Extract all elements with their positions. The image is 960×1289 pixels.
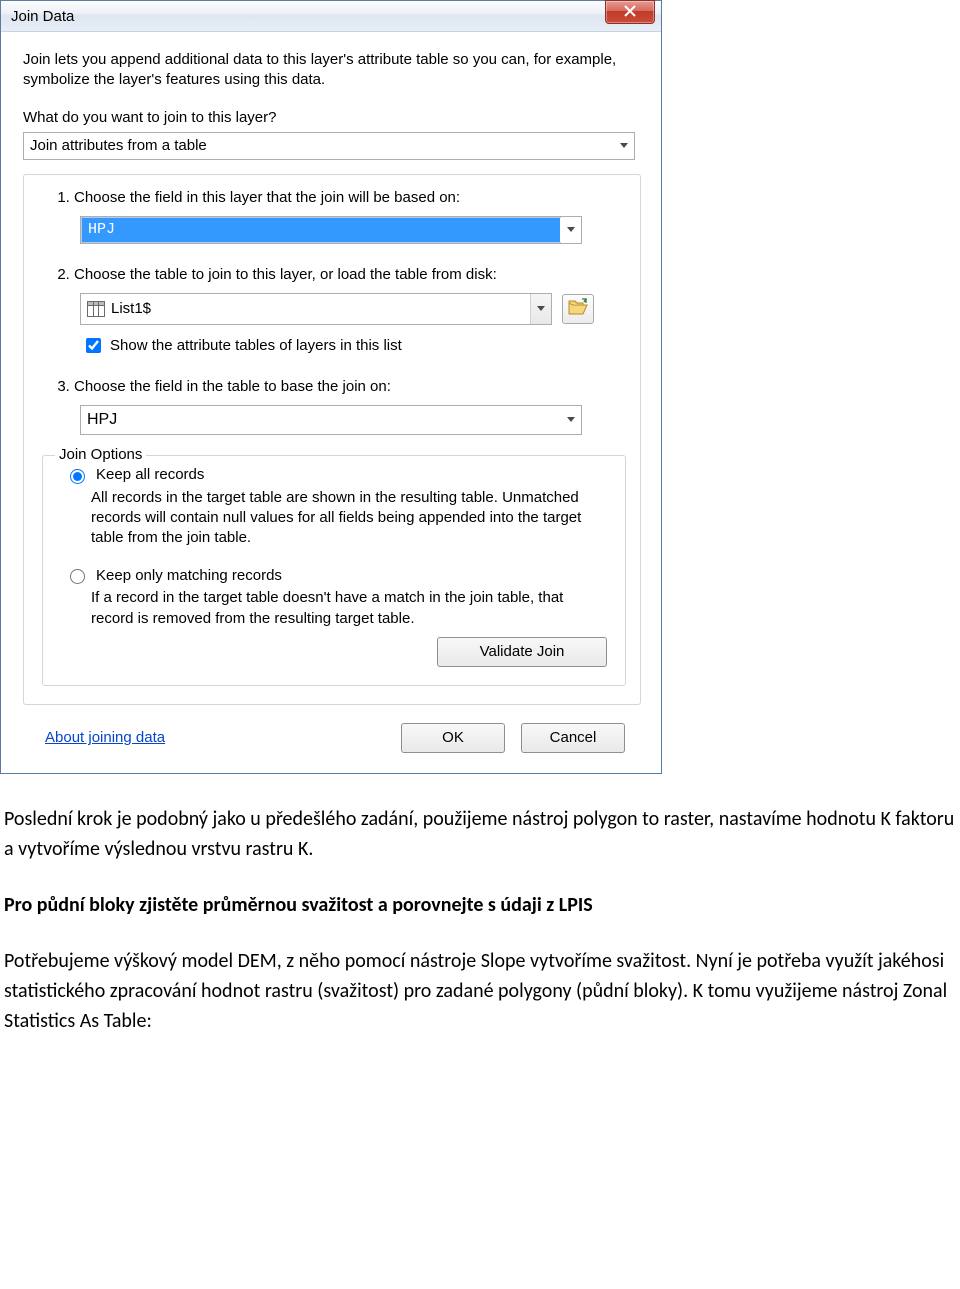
cancel-button[interactable]: Cancel: [521, 723, 625, 753]
join-options-group: Join Options Keep all records All record…: [42, 455, 626, 686]
steps-group: Choose the field in this layer that the …: [23, 174, 641, 705]
join-table-value: List1$: [81, 294, 530, 324]
chevron-down-icon: [614, 133, 634, 159]
table-field-value: HPJ: [81, 406, 561, 434]
step1-label: Choose the field in this layer that the …: [74, 189, 622, 206]
step3-label: Choose the field in the table to base th…: [74, 378, 622, 395]
step-1: Choose the field in this layer that the …: [74, 189, 622, 244]
chevron-down-icon: [530, 294, 551, 324]
titlebar: Join Data: [1, 1, 661, 32]
table-icon: [87, 301, 105, 317]
browse-table-button[interactable]: [562, 294, 594, 324]
close-button[interactable]: [605, 0, 655, 24]
join-type-value: Join attributes from a table: [24, 133, 614, 159]
doc-para-1: Poslední krok je podobný jako u předešlé…: [4, 804, 956, 864]
chevron-down-icon: [561, 217, 581, 243]
doc-para-2: Potřebujeme výškový model DEM, z něho po…: [4, 946, 956, 1036]
keep-all-radio[interactable]: [70, 469, 85, 484]
close-icon: [623, 4, 637, 21]
join-table-combo[interactable]: List1$: [80, 293, 552, 325]
keep-matching-radio[interactable]: [70, 569, 85, 584]
table-field-combo[interactable]: HPJ: [80, 405, 582, 435]
keep-all-desc: All records in the target table are show…: [91, 488, 607, 549]
step-2: Choose the table to join to this layer, …: [74, 266, 622, 356]
chevron-down-icon: [561, 406, 581, 434]
doc-heading: Pro půdní bloky zjistěte průměrnou svaži…: [4, 890, 956, 920]
show-attr-tables-label: Show the attribute tables of layers in t…: [110, 337, 402, 354]
join-data-dialog: Join Data Join lets you append additiona…: [0, 0, 662, 774]
dialog-title: Join Data: [11, 8, 74, 25]
join-type-combo[interactable]: Join attributes from a table: [23, 132, 635, 160]
keep-matching-desc: If a record in the target table doesn't …: [91, 588, 607, 629]
show-attr-tables-checkbox[interactable]: [86, 338, 101, 353]
step-3: Choose the field in the table to base th…: [74, 378, 622, 435]
intro-text: Join lets you append additional data to …: [23, 50, 641, 91]
validate-join-button[interactable]: Validate Join: [437, 637, 607, 667]
step2-label: Choose the table to join to this layer, …: [74, 266, 622, 283]
ok-button[interactable]: OK: [401, 723, 505, 753]
join-options-legend: Join Options: [55, 446, 146, 463]
join-question-label: What do you want to join to this layer?: [23, 109, 641, 126]
layer-field-combo[interactable]: HPJ: [80, 216, 582, 244]
about-joining-link[interactable]: About joining data: [45, 729, 165, 746]
document-body: Poslední krok je podobný jako u předešlé…: [0, 774, 960, 1068]
keep-matching-label: Keep only matching records: [96, 567, 282, 584]
keep-all-label: Keep all records: [96, 466, 204, 483]
layer-field-value: HPJ: [82, 218, 560, 242]
folder-open-icon: [568, 298, 588, 320]
